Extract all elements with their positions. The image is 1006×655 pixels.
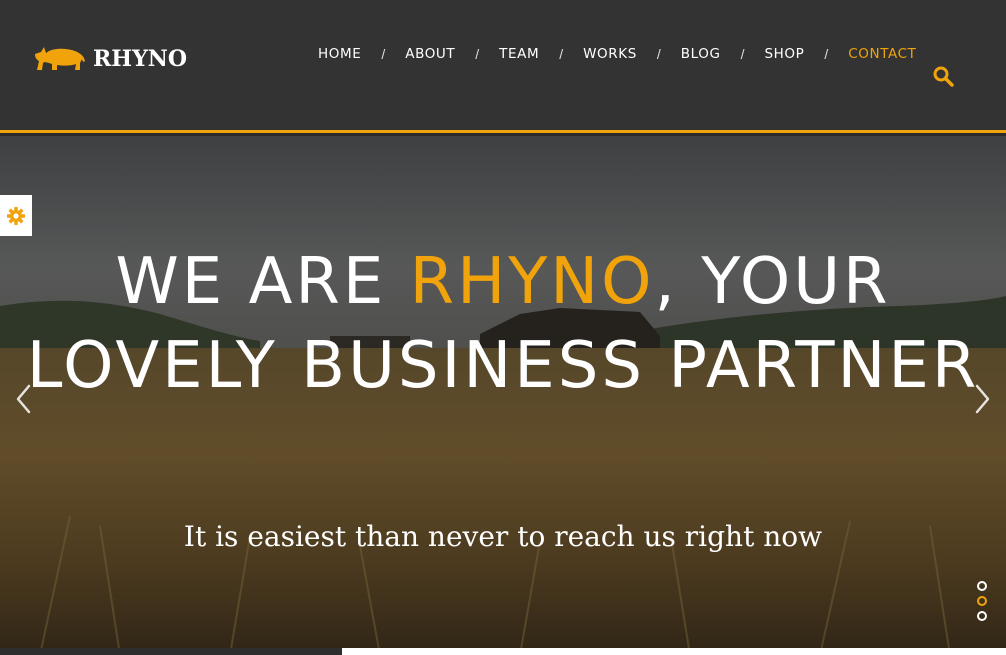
headline-part1: WE ARE bbox=[115, 245, 410, 319]
nav-separator: / bbox=[656, 46, 661, 62]
slider-dot[interactable] bbox=[977, 611, 987, 621]
gear-icon bbox=[7, 206, 25, 225]
headline-accent: RHYNO bbox=[409, 245, 655, 319]
nav-shop[interactable]: SHOP bbox=[764, 46, 804, 62]
main-nav: HOME / ABOUT / TEAM / WORKS / BLOG / SHO… bbox=[318, 46, 916, 62]
slider-pagination bbox=[977, 581, 987, 621]
nav-works[interactable]: WORKS bbox=[583, 46, 637, 62]
nav-separator: / bbox=[824, 46, 829, 62]
nav-separator: / bbox=[559, 46, 564, 62]
brand-name: RHYNO bbox=[93, 46, 188, 72]
hero-headline: WE ARE RHYNO, YOUR LOVELY BUSINESS PARTN… bbox=[0, 240, 1006, 408]
site-header: RHYNO HOME / ABOUT / TEAM / WORKS / BLOG… bbox=[0, 0, 1006, 133]
nav-team[interactable]: TEAM bbox=[499, 46, 539, 62]
chevron-right-icon[interactable] bbox=[970, 382, 994, 416]
rhino-icon bbox=[35, 47, 85, 70]
slide-progress-fill bbox=[0, 648, 343, 655]
hero-slider: WE ARE RHYNO, YOUR LOVELY BUSINESS PARTN… bbox=[0, 136, 1006, 655]
nav-blog[interactable]: BLOG bbox=[681, 46, 721, 62]
style-switcher-toggle[interactable] bbox=[0, 195, 32, 236]
slider-dot-active[interactable] bbox=[977, 596, 987, 606]
hero-subtitle: It is easiest than never to reach us rig… bbox=[183, 520, 823, 553]
search-icon[interactable] bbox=[932, 65, 954, 87]
chevron-left-icon[interactable] bbox=[12, 382, 36, 416]
nav-home[interactable]: HOME bbox=[318, 46, 361, 62]
nav-contact[interactable]: CONTACT bbox=[848, 46, 916, 62]
nav-separator: / bbox=[475, 46, 480, 62]
brand-logo[interactable]: RHYNO bbox=[33, 44, 187, 74]
nav-separator: / bbox=[381, 46, 386, 62]
slider-dot[interactable] bbox=[977, 581, 987, 591]
nav-separator: / bbox=[740, 46, 745, 62]
nav-about[interactable]: ABOUT bbox=[405, 46, 455, 62]
